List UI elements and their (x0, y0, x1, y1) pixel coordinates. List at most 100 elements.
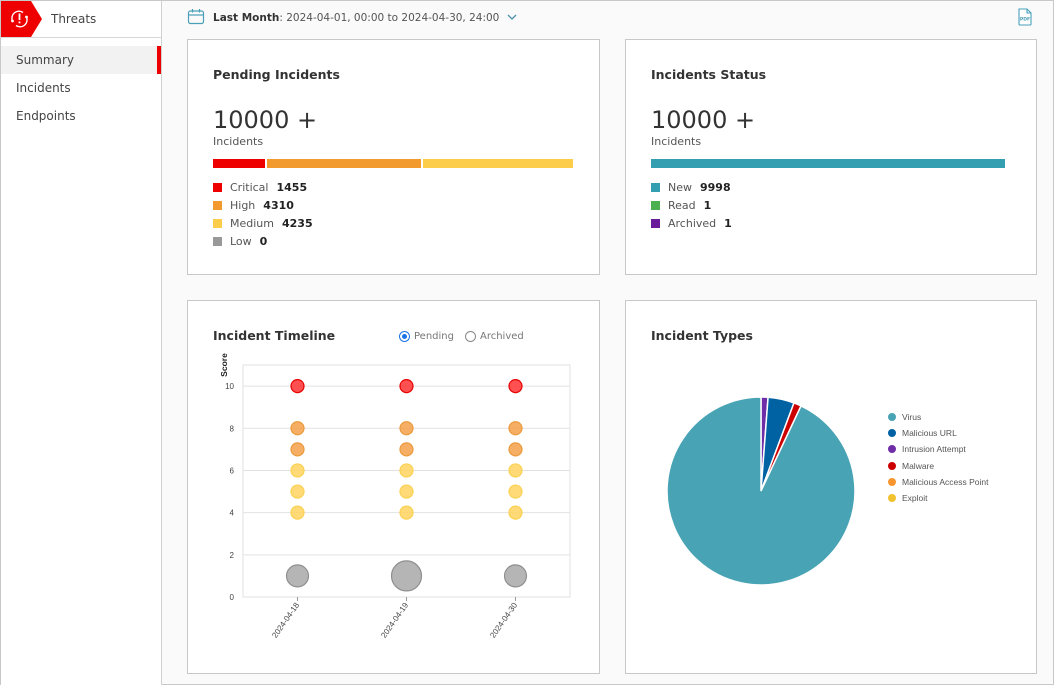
pie-legend-item-exploit[interactable]: Exploit (888, 490, 988, 506)
data-point-medium (290, 505, 305, 520)
status-total: 10000 + (651, 106, 756, 134)
card-title: Incidents Status (651, 67, 767, 82)
svg-text:PDF: PDF (1020, 17, 1030, 23)
data-point-high (290, 442, 305, 457)
legend-value: 4235 (281, 216, 313, 230)
sidebar-item-incidents[interactable]: Incidents (1, 74, 161, 102)
data-point-high (399, 442, 414, 457)
y-tick-label: 2 (230, 551, 235, 560)
pending-severity-bar (213, 159, 573, 168)
x-tick-label: 2024-04-19 (379, 601, 410, 640)
incident-types-card: Incident Types Virus Malicious URL Intrusi… (625, 300, 1037, 674)
data-point-low (390, 560, 423, 592)
threat-refresh-icon (1, 1, 43, 37)
sidebar-nav: Summary Incidents Endpoints (1, 38, 161, 130)
legend-label: New (668, 180, 692, 194)
status-total-label: Incidents (651, 135, 702, 148)
legend-label: Low (230, 234, 252, 248)
section-title: Threats (51, 12, 97, 26)
legend-label: Virus (902, 412, 922, 423)
legend-label: Malicious Access Point (902, 476, 989, 487)
y-tick-label: 0 (230, 593, 235, 602)
y-tick-label: 8 (230, 424, 235, 433)
x-tick-label: 2024-04-18 (270, 601, 301, 640)
legend-swatch (651, 182, 660, 192)
x-tick-label: 2024-04-30 (488, 601, 519, 640)
pending-radio[interactable]: Pending (399, 331, 454, 342)
data-point-low (503, 564, 528, 588)
pie-slice-virus[interactable] (666, 396, 856, 586)
data-point-high (290, 421, 305, 436)
date-range-selector[interactable]: Last Month: 2024-04-01, 00:00 to 2024-04… (187, 7, 517, 29)
pie-legend: Virus Malicious URL Intrusion Attempt Malwa… (888, 409, 988, 506)
pie-legend-item-malicious-access-point[interactable]: Malicious Access Point (888, 474, 988, 490)
data-point-medium (399, 463, 414, 478)
data-point-critical (508, 378, 523, 394)
radio-label: Pending (414, 331, 454, 342)
legend-label: Malicious URL (902, 428, 957, 439)
pie-legend-item-malware[interactable]: Malware (888, 458, 988, 474)
bar-segment-medium (420, 159, 573, 168)
legend-value: 1 (703, 198, 712, 212)
legend-value: 9998 (700, 180, 731, 194)
card-title: Pending Incidents (213, 67, 340, 82)
legend-item-new: New 9998 (651, 178, 732, 196)
data-point-medium (290, 463, 305, 478)
legend-label: Exploit (902, 493, 928, 504)
legend-swatch (651, 218, 660, 228)
sidebar-item-endpoints[interactable]: Endpoints (1, 102, 161, 130)
legend-item-medium: Medium 4235 (213, 214, 313, 232)
pie-legend-item-intrusion-attempt[interactable]: Intrusion Attempt (888, 441, 988, 457)
pending-total-label: Incidents (213, 135, 264, 148)
timeline-chart: 0 2 4 6 8 10 Score 2024-04-18 2024-04-19 2024-04-… (219, 353, 571, 640)
data-point-low (285, 564, 310, 588)
sidebar-item-summary[interactable]: Summary (1, 46, 161, 74)
data-point-critical (290, 378, 305, 394)
y-tick-label: 6 (230, 466, 235, 475)
bar-segment-critical (213, 159, 266, 168)
legend-label: Read (668, 198, 696, 212)
pie-legend-item-virus[interactable]: Virus (888, 409, 988, 425)
legend-item-archived: Archived 1 (651, 214, 732, 232)
data-point-medium (508, 463, 523, 478)
legend-label: Medium (230, 216, 274, 230)
incidents-status-card: Incidents Status 10000 + Incidents New 99… (625, 39, 1037, 275)
card-title: Incident Timeline (213, 328, 336, 343)
legend-label: Malware (902, 460, 935, 471)
legend-swatch (213, 218, 222, 228)
section-header: Threats (1, 1, 161, 38)
pdf-export-icon[interactable]: PDF (1017, 8, 1033, 30)
legend-swatch (213, 236, 222, 246)
data-point-medium (399, 505, 414, 520)
legend-swatch (213, 200, 222, 210)
incident-timeline-card: Incident Timeline Pending Archived 0 2 4 6 8… (187, 300, 600, 674)
legend-dot (888, 477, 896, 486)
data-point-critical (399, 378, 414, 394)
archived-radio[interactable]: Archived (464, 331, 524, 342)
legend-value: 4310 (263, 198, 294, 212)
data-point-medium (508, 505, 523, 520)
y-tick-label: 10 (225, 382, 234, 391)
bar-segment-archived (1007, 159, 1009, 168)
legend-item-high: High 4310 (213, 196, 313, 214)
data-point-medium (508, 484, 523, 499)
radio-dot (464, 331, 476, 342)
y-axis-label: Score (219, 353, 229, 377)
legend-value: 1 (724, 216, 732, 230)
timeline-filter: Pending Archived (399, 331, 535, 342)
pending-total: 10000 + (213, 106, 318, 134)
y-tick-label: 4 (230, 509, 235, 518)
sidebar: Threats Summary Incidents Endpoints (1, 1, 162, 685)
legend-dot (888, 445, 896, 454)
legend-label: Archived (668, 216, 717, 230)
legend-item-low: Low 0 (213, 232, 313, 250)
bar-segment-new (651, 159, 1005, 168)
date-range-value: 2024-04-01, 00:00 to 2024-04-30, 24:00 (286, 12, 500, 24)
pending-incidents-card: Pending Incidents 10000 + Incidents Crit… (187, 39, 600, 275)
legend-item-critical: Critical 1455 (213, 178, 313, 196)
data-point-medium (290, 484, 305, 499)
incident-types-pie (666, 396, 856, 586)
pie-legend-item-malicious-url[interactable]: Malicious URL (888, 425, 988, 441)
chevron-down-icon[interactable] (507, 12, 517, 24)
status-legend: New 9998 Read 1 Archived 1 (651, 178, 732, 232)
